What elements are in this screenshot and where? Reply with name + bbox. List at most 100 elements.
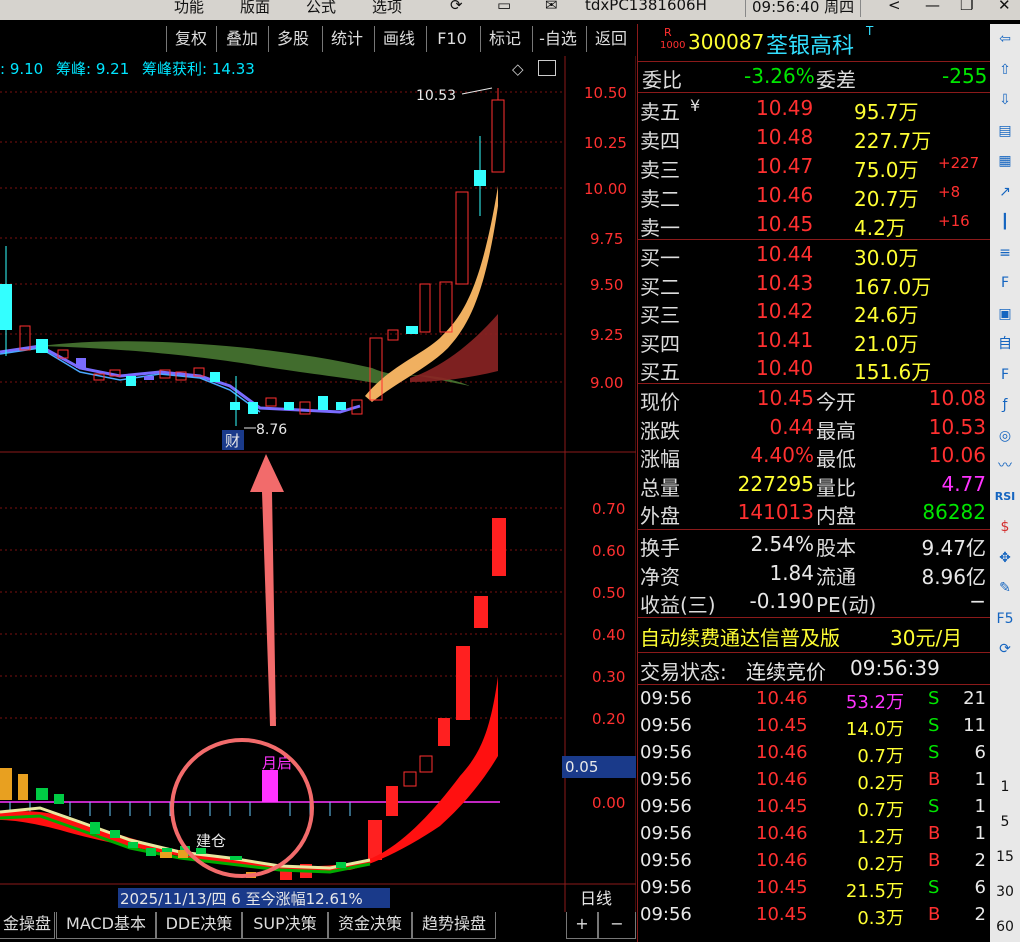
- quote-panel: R 1000 300087 荃银高科 T 委比 -3.26% 委差 -255 卖…: [637, 24, 990, 942]
- bid-row[interactable]: 买一 10.44 30.0万: [638, 242, 990, 270]
- bid-row[interactable]: 买四 10.41 21.0万: [638, 328, 990, 356]
- statistics-button[interactable]: 统计: [322, 26, 371, 52]
- tick-volume: 14.0万: [845, 719, 904, 740]
- menu-function[interactable]: 功能: [174, 0, 204, 17]
- tab-trend[interactable]: 趋势操盘: [412, 912, 496, 939]
- fx-icon[interactable]: ƒ: [994, 394, 1016, 416]
- return-button[interactable]: 返回: [586, 26, 635, 52]
- up-arrow-icon[interactable]: ⇦: [994, 28, 1016, 50]
- tick-volume: 53.2万: [845, 692, 904, 713]
- ask-row[interactable]: 卖三 10.47 75.0万 +227: [638, 154, 990, 182]
- menu-layout[interactable]: 版面: [240, 0, 270, 17]
- restore-button[interactable]: ❐: [960, 0, 973, 14]
- tick-price: 10.46: [756, 742, 808, 763]
- ask-row[interactable]: 卖二 10.46 20.7万 +8: [638, 183, 990, 211]
- self-icon[interactable]: 自: [994, 333, 1016, 355]
- refresh-icon[interactable]: ⟳: [450, 0, 463, 14]
- money-icon[interactable]: $: [994, 516, 1016, 538]
- tick-time: 09:56: [640, 823, 692, 844]
- pen-icon[interactable]: ✎: [994, 577, 1016, 599]
- tick-price: 10.46: [756, 769, 808, 790]
- tab-sup[interactable]: SUP决策: [242, 912, 328, 939]
- draw-line-button[interactable]: 画线: [374, 26, 423, 52]
- tick-side: B: [928, 823, 941, 844]
- y-tick: 0.50: [592, 584, 625, 602]
- menu-options[interactable]: 选项: [372, 0, 402, 17]
- list-icon[interactable]: ≡: [994, 242, 1016, 264]
- tick-row: 09:56 10.45 14.0万 S 11: [638, 715, 990, 741]
- menu-formula[interactable]: 公式: [306, 0, 336, 17]
- ask-label: 卖四: [640, 129, 680, 153]
- period-shortcut[interactable]: 1: [994, 776, 1016, 798]
- restore-rights-button[interactable]: 复权: [166, 26, 215, 52]
- zoom-in-button[interactable]: +: [566, 912, 598, 939]
- refresh-icon[interactable]: ⟳: [994, 638, 1016, 660]
- bid-row[interactable]: 买三 10.42 24.6万: [638, 299, 990, 327]
- period-shortcut[interactable]: 60: [994, 916, 1016, 938]
- save-icon[interactable]: ▭: [497, 0, 511, 14]
- tick-volume: 0.7万: [857, 746, 904, 767]
- tick-row: 09:56 10.46 0.2万 B 1: [638, 769, 990, 795]
- ask-volume: 20.7万: [854, 187, 919, 211]
- move-icon[interactable]: ✥: [994, 547, 1016, 569]
- ask-row[interactable]: 卖四 10.48 227.7万: [638, 125, 990, 153]
- doc-icon[interactable]: ▣: [994, 303, 1016, 325]
- period-shortcut[interactable]: 5: [994, 811, 1016, 833]
- promo-text[interactable]: 自动续费通达信普及版: [640, 622, 840, 651]
- ring-icon[interactable]: ◎: [994, 425, 1016, 447]
- f10-icon[interactable]: F: [994, 272, 1016, 294]
- report-icon[interactable]: ▤: [994, 120, 1016, 142]
- up-outline-icon[interactable]: ⇧: [994, 59, 1016, 81]
- f12-icon[interactable]: F: [994, 364, 1016, 386]
- tick-count: 2: [974, 850, 986, 871]
- tab-dde[interactable]: DDE决策: [156, 912, 242, 939]
- tick-count: 21: [963, 688, 986, 709]
- tick-price: 10.46: [756, 688, 808, 709]
- stat-value: 10.08: [928, 386, 986, 410]
- signal-bar: [262, 770, 278, 802]
- y-tick: 0.20: [592, 710, 625, 728]
- badge-r: R: [664, 26, 672, 39]
- zoom-out-button[interactable]: −: [598, 912, 636, 939]
- message-icon[interactable]: ✉: [545, 0, 558, 14]
- fund-row: 净资 1.84 流通 8.96亿: [638, 561, 990, 589]
- tab-gold-trading[interactable]: 金操盘: [0, 912, 55, 939]
- promo-price[interactable]: 30元/月: [890, 622, 962, 651]
- wave-icon[interactable]: 〰: [994, 455, 1016, 477]
- stat-label: 最低: [816, 447, 856, 471]
- stat-value: 0.44: [769, 414, 814, 439]
- down-outline-icon[interactable]: ⇩: [994, 89, 1016, 111]
- trend-icon[interactable]: ↗: [994, 181, 1016, 203]
- tick-side: S: [928, 688, 940, 709]
- close-button[interactable]: ✕: [998, 0, 1011, 14]
- side-toolbar: ⇦ ⇧ ⇩ ▤ ▦ ↗ ┃ ≡ F ▣ 自 Fƒ ◎ 〰 RSI $ ✥ ✎ F5 ⟳ 1 5 15 30 60: [990, 24, 1020, 942]
- rsi-icon[interactable]: RSI: [994, 486, 1016, 508]
- event-tag[interactable]: 财: [225, 432, 240, 450]
- stock-name-mark: T: [866, 24, 874, 38]
- bid-row[interactable]: 买五 10.40 151.6万: [638, 356, 990, 384]
- promo-row[interactable]: 自动续费通达信普及版 30元/月: [638, 622, 990, 650]
- ask-row[interactable]: 卖一 10.45 4.2万 +16: [638, 212, 990, 240]
- badge-num: 1000: [660, 40, 686, 51]
- tab-macd[interactable]: MACD基本: [56, 912, 156, 939]
- period-shortcut[interactable]: 30: [994, 881, 1016, 903]
- back-button[interactable]: <: [888, 0, 901, 14]
- minimize-button[interactable]: —: [925, 0, 940, 14]
- fund-label: 净资: [640, 564, 680, 589]
- f5-icon[interactable]: F5: [994, 608, 1016, 630]
- tick-count: 1: [974, 823, 986, 844]
- stat-value: 227295: [737, 471, 814, 496]
- multi-stock-button[interactable]: 多股: [268, 26, 317, 52]
- grid-icon[interactable]: ▦: [994, 150, 1016, 172]
- ask-row[interactable]: 卖五 ¥10.49 95.7万: [638, 96, 990, 124]
- period-label[interactable]: 日线: [580, 889, 612, 908]
- tab-capital[interactable]: 资金决策: [328, 912, 412, 939]
- bid-row[interactable]: 买二 10.43 167.0万: [638, 271, 990, 299]
- f10-button[interactable]: F10: [426, 26, 477, 52]
- mark-button[interactable]: 标记: [480, 26, 529, 52]
- overlay-button[interactable]: 叠加: [216, 26, 267, 52]
- period-shortcut[interactable]: 15: [994, 846, 1016, 868]
- candle-icon[interactable]: ┃: [994, 211, 1016, 233]
- bid-price: 10.40: [756, 356, 814, 380]
- watchlist-button[interactable]: -自选: [532, 26, 583, 52]
